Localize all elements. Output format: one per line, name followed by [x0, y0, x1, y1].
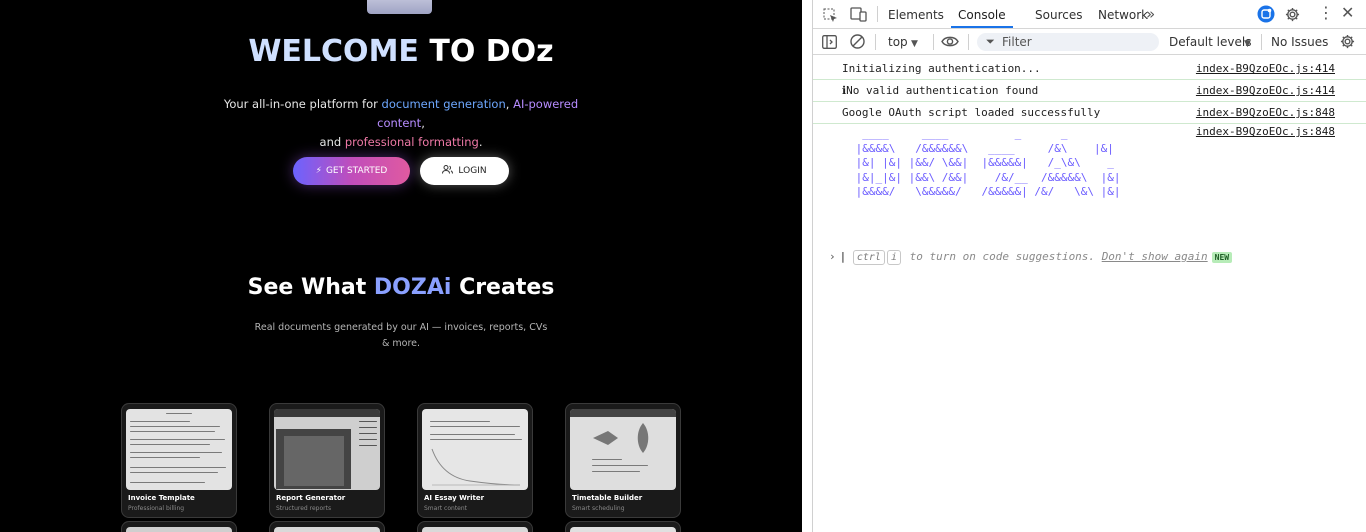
- lightning-icon: ⚡: [315, 166, 322, 176]
- new-badge: NEW: [1211, 252, 1233, 263]
- hero-subtitle: Your all-in-one platform for document ge…: [200, 95, 602, 152]
- get-started-button[interactable]: ⚡ GET STARTED: [293, 157, 410, 185]
- chevron-down-icon: ▼: [1244, 39, 1251, 49]
- text-cursor: |: [839, 250, 847, 263]
- issues-counter[interactable]: No Issues: [1271, 35, 1328, 49]
- inspect-element-icon[interactable]: [823, 8, 838, 26]
- filter-placeholder: Filter: [1002, 35, 1032, 49]
- card-thumbnail: [570, 409, 676, 490]
- card-title: AI Essay Writer: [424, 494, 485, 502]
- settings-gear-icon[interactable]: [1285, 7, 1300, 25]
- tab-elements[interactable]: Elements: [888, 8, 944, 22]
- tab-network[interactable]: Network: [1098, 8, 1148, 22]
- ascii-art-log: ____ ____ _ _ |&&&&\ /&&&&&&\ ____ /&\ |…: [855, 127, 1121, 199]
- message-source-link[interactable]: index-B9QzoEOc.js:848: [1196, 125, 1335, 138]
- card-thumbnail: [422, 527, 528, 532]
- prompt-hint-text: to turn on code suggestions.: [903, 250, 1102, 263]
- hero-title-highlight: WELCOME: [248, 34, 419, 69]
- chevron-down-icon: ▼: [911, 39, 918, 49]
- hero-sub-intro: Your all-in-one platform for: [223, 97, 382, 111]
- card-subtitle: Structured reports: [276, 505, 332, 512]
- kbd-i: i: [886, 250, 901, 265]
- showcase-card-row2[interactable]: [565, 521, 681, 532]
- section-title-brand: DOZAi: [373, 275, 452, 300]
- message-source-link[interactable]: index-B9QzoEOc.js:414: [1196, 62, 1335, 75]
- card-subtitle: Smart content: [424, 505, 468, 512]
- card-subtitle: Smart scheduling: [572, 505, 625, 512]
- message-text: Initializing authentication...: [842, 62, 1041, 75]
- console-toolbar: top ▼ ⏷ Filter Default levels ▼ No Issue…: [813, 29, 1366, 55]
- console-settings-gear-icon[interactable]: [1340, 34, 1355, 52]
- eye-icon[interactable]: [941, 35, 959, 51]
- section-title-post: Creates: [451, 275, 555, 300]
- hero-sub-end: .: [478, 135, 483, 149]
- hero-sub-prof: professional formatting: [344, 135, 479, 149]
- dont-show-again-link[interactable]: Don't show again: [1102, 250, 1208, 263]
- section-title: See What DOZAi Creates: [0, 275, 802, 300]
- tab-sources[interactable]: Sources: [1035, 8, 1082, 22]
- message-source-link[interactable]: index-B9QzoEOc.js:414: [1196, 84, 1335, 97]
- users-icon: [442, 165, 454, 177]
- card-title: Timetable Builder: [572, 494, 643, 502]
- clear-console-icon[interactable]: [850, 34, 865, 52]
- devtools-panel: Elements Console Sources Network » ⋮ ✕ t…: [812, 0, 1366, 532]
- tab-console[interactable]: Console: [958, 8, 1006, 22]
- showcase-card-row2[interactable]: [121, 521, 237, 532]
- hero-sub-doc: document generation: [381, 97, 506, 111]
- card-thumbnail: [274, 527, 380, 532]
- showcase-card-invoice[interactable]: Invoice Template Professional billing: [121, 403, 237, 518]
- console-prompt[interactable]: › | ctrl i to turn on code suggestions. Do…: [829, 250, 1359, 268]
- kbd-ctrl: ctrl: [852, 250, 885, 265]
- section-subtitle: Real documents generated by our AI — inv…: [254, 322, 548, 349]
- log-levels-dropdown[interactable]: Default levels: [1169, 35, 1251, 49]
- chevron-right-icon: ›: [829, 250, 836, 263]
- card-thumbnail: [422, 409, 528, 490]
- message-text: Google OAuth script loaded successfully: [842, 106, 1101, 119]
- showcase-card-row2[interactable]: [269, 521, 385, 532]
- showcase-card-timetable[interactable]: Timetable Builder Smart scheduling: [565, 403, 681, 518]
- active-tab-indicator: [951, 26, 1013, 28]
- hero-sub-comma: ,: [505, 97, 514, 111]
- website-viewport: WELCOME TO DOz Your all-in-one platform …: [0, 0, 802, 532]
- showcase-card-row2[interactable]: [417, 521, 533, 532]
- sidebar-toggle-icon[interactable]: [822, 35, 837, 52]
- device-toolbar-icon[interactable]: [850, 7, 867, 25]
- filter-input[interactable]: ⏷ Filter: [977, 33, 1159, 51]
- card-subtitle: Professional billing: [128, 505, 185, 512]
- login-label: LOGIN: [458, 166, 487, 176]
- showcase-card-report[interactable]: Report Generator Structured reports: [269, 403, 385, 518]
- close-icon[interactable]: ✕: [1341, 5, 1354, 21]
- hero-title: WELCOME TO DOz: [0, 34, 802, 69]
- card-title: Report Generator: [276, 494, 346, 502]
- splitter[interactable]: [802, 0, 812, 532]
- card-thumbnail: [126, 527, 232, 532]
- more-tabs-icon[interactable]: »: [1146, 7, 1155, 22]
- card-thumbnail: [274, 409, 380, 490]
- logo-image: [367, 0, 432, 14]
- card-thumbnail: [126, 409, 232, 490]
- context-selector[interactable]: top: [888, 35, 908, 49]
- message-text: ℹNo valid authentication found: [842, 84, 1039, 97]
- hero-title-rest: TO DOz: [418, 34, 554, 69]
- kebab-menu-icon[interactable]: ⋮: [1318, 5, 1334, 21]
- get-started-label: GET STARTED: [325, 166, 388, 176]
- card-title: Invoice Template: [128, 494, 195, 502]
- filter-icon: ⏷: [986, 35, 995, 48]
- message-source-link[interactable]: index-B9QzoEOc.js:848: [1196, 106, 1335, 119]
- ai-assistance-icon[interactable]: [1257, 5, 1275, 26]
- devtools-tabbar: Elements Console Sources Network » ⋮ ✕: [813, 0, 1366, 29]
- login-button[interactable]: LOGIN: [420, 157, 509, 185]
- section-title-pre: See What: [247, 275, 374, 300]
- card-thumbnail: [570, 527, 676, 532]
- showcase-card-essay[interactable]: AI Essay Writer Smart content: [417, 403, 533, 518]
